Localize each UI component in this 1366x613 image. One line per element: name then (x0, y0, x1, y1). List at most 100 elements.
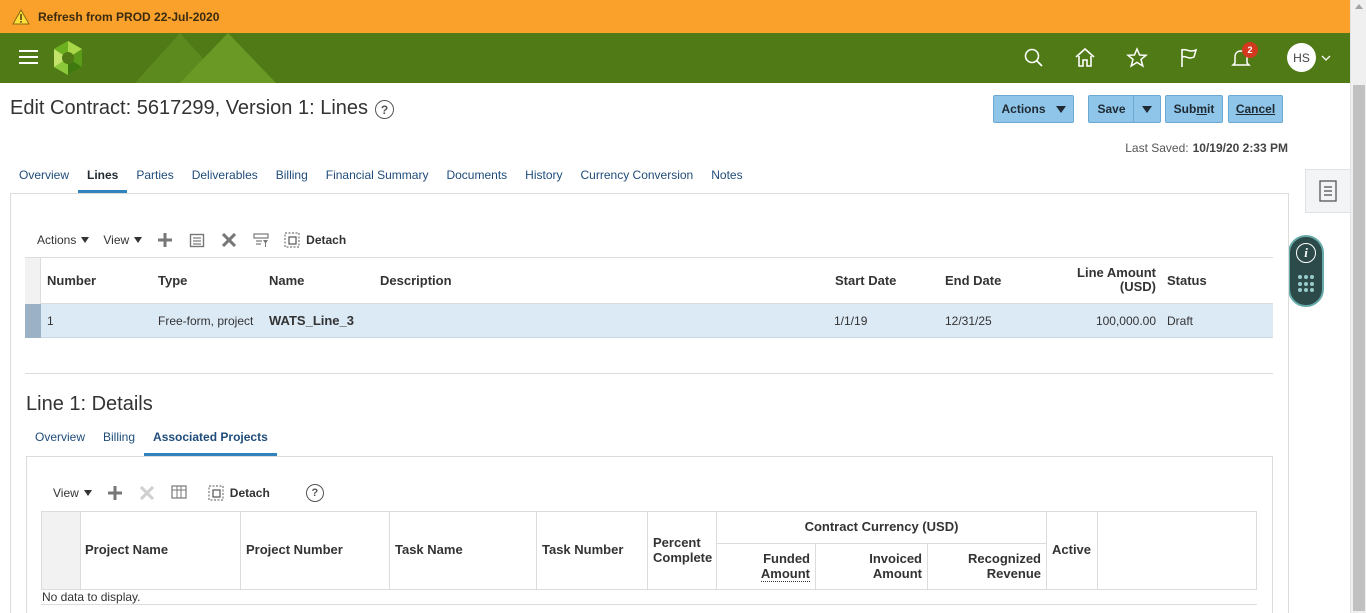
col-percent-complete[interactable]: Percent Complete (653, 535, 712, 565)
tab-billing[interactable]: Billing (267, 160, 317, 193)
detach-icon (284, 232, 300, 248)
submit-label-a: Sub (1173, 102, 1197, 116)
submit-button[interactable]: Sub m it (1165, 95, 1223, 123)
subtab-billing[interactable]: Billing (94, 424, 144, 456)
scroll-up-icon[interactable] (1355, 4, 1363, 9)
col-project-number[interactable]: Project Number (246, 542, 343, 557)
watchlist-flag-icon[interactable] (1177, 46, 1201, 70)
favorites-star-icon[interactable] (1125, 46, 1149, 70)
projects-detach-button[interactable]: Detach (208, 485, 270, 501)
col-active[interactable]: Active (1052, 542, 1091, 557)
tab-history[interactable]: History (516, 160, 571, 193)
projects-help-icon[interactable]: ? (305, 484, 324, 502)
delete-icon[interactable] (220, 231, 238, 249)
group-header-divider (717, 543, 1046, 544)
add-icon[interactable] (156, 231, 174, 249)
col-task-number[interactable]: Task Number (542, 542, 623, 557)
user-avatar[interactable]: HS (1287, 43, 1316, 72)
header-decoration (180, 33, 276, 83)
subtab-associated-projects[interactable]: Associated Projects (144, 424, 277, 456)
tab-documents[interactable]: Documents (437, 160, 516, 193)
cancel-button[interactable]: Cancel (1228, 95, 1283, 123)
col-divider (389, 512, 390, 589)
col-funded-amount[interactable]: Funded Amount (717, 551, 810, 582)
submit-label-access-key: m (1196, 102, 1207, 116)
col-invoiced-l2: Amount (872, 566, 922, 581)
tab-notes[interactable]: Notes (702, 160, 751, 193)
col-task-name[interactable]: Task Name (395, 542, 463, 557)
search-icon[interactable] (1022, 46, 1046, 70)
details-subtabs: Overview Billing Associated Projects (26, 424, 277, 456)
save-menu-button[interactable] (1134, 95, 1161, 123)
chevron-down-icon[interactable] (1321, 55, 1331, 61)
col-start-date[interactable]: Start Date (835, 273, 896, 288)
environment-banner: Refresh from PROD 22-Jul-2020 (0, 0, 1350, 33)
projects-view-menu[interactable]: View (53, 486, 92, 500)
document-list-icon (1319, 180, 1337, 202)
menu-icon[interactable] (19, 50, 38, 65)
lines-table-header: Number Type Name Description Start Date … (25, 257, 1273, 304)
tab-overview[interactable]: Overview (10, 160, 78, 193)
detach-icon (208, 485, 224, 501)
projects-toolbar: View Detach ? (53, 484, 324, 502)
apps-grid-icon[interactable] (1298, 275, 1316, 293)
chevron-down-icon (81, 237, 90, 243)
projects-view-label: View (53, 486, 79, 500)
empty-table-message: No data to display. (42, 590, 141, 604)
col-divider (240, 512, 241, 589)
tab-financial-summary[interactable]: Financial Summary (317, 160, 438, 193)
lines-detach-button[interactable]: Detach (284, 232, 346, 248)
last-saved: Last Saved: 10/19/20 2:33 PM (1125, 141, 1288, 155)
tab-currency-conversion[interactable]: Currency Conversion (572, 160, 703, 193)
scrollbar-thumb[interactable] (1353, 85, 1365, 611)
lines-view-menu[interactable]: View (103, 233, 143, 247)
col-divider (1046, 512, 1047, 589)
col-end-date[interactable]: End Date (945, 273, 1001, 288)
tab-parties[interactable]: Parties (127, 160, 182, 193)
col-status[interactable]: Status (1167, 273, 1207, 288)
col-funded-l1: Funded (763, 551, 810, 566)
cell-name-link[interactable]: WATS_Line_3 (269, 313, 354, 328)
page-scrollbar[interactable] (1350, 0, 1366, 613)
actions-button[interactable]: Actions (993, 95, 1074, 123)
home-icon[interactable] (1073, 46, 1097, 70)
contract-tabs: Overview Lines Parties Deliverables Bill… (10, 160, 752, 193)
cell-end-date: 12/31/25 (945, 314, 992, 328)
guided-help-widget[interactable]: i (1288, 235, 1324, 307)
chevron-down-icon (83, 490, 92, 496)
warning-icon (12, 8, 30, 24)
col-name[interactable]: Name (269, 273, 304, 288)
save-button[interactable]: Save (1088, 95, 1134, 123)
cell-start-date: 1/1/19 (834, 314, 868, 328)
details-title: Line 1: Details (26, 393, 153, 415)
col-recognized-revenue[interactable]: Recognized Revenue (928, 551, 1041, 581)
duplicate-icon[interactable] (188, 231, 206, 249)
col-line-amount-l2: (USD) (1119, 279, 1156, 294)
col-project-name[interactable]: Project Name (85, 542, 168, 557)
col-type[interactable]: Type (158, 273, 187, 288)
tab-lines[interactable]: Lines (78, 160, 128, 193)
info-icon[interactable]: i (1296, 243, 1316, 263)
col-number[interactable]: Number (47, 273, 96, 288)
delete-icon[interactable] (138, 484, 156, 502)
banner-text: Refresh from PROD 22-Jul-2020 (38, 9, 220, 24)
table-row[interactable]: 1 Free-form, project WATS_Line_3 1/1/19 … (25, 304, 1273, 338)
tab-deliverables[interactable]: Deliverables (183, 160, 267, 193)
freeze-columns-icon[interactable] (170, 484, 188, 502)
app-logo[interactable] (49, 39, 87, 77)
col-line-amount[interactable]: Line Amount (USD) (1056, 266, 1156, 294)
add-icon[interactable] (106, 484, 124, 502)
query-by-example-icon[interactable] (252, 231, 270, 249)
col-description[interactable]: Description (380, 273, 452, 288)
row-header-column (25, 258, 41, 304)
chevron-down-icon (134, 237, 143, 243)
side-panel-toggle[interactable] (1305, 169, 1350, 213)
col-recognized-l2: Revenue (986, 566, 1041, 581)
col-invoiced-amount[interactable]: Invoiced Amount (816, 551, 922, 581)
submit-label-b: it (1207, 102, 1215, 116)
lines-actions-menu[interactable]: Actions (37, 233, 90, 247)
help-icon[interactable]: ? (375, 100, 394, 119)
lines-view-label: View (103, 233, 130, 247)
subtab-overview[interactable]: Overview (26, 424, 94, 456)
row-selector[interactable] (25, 304, 41, 338)
